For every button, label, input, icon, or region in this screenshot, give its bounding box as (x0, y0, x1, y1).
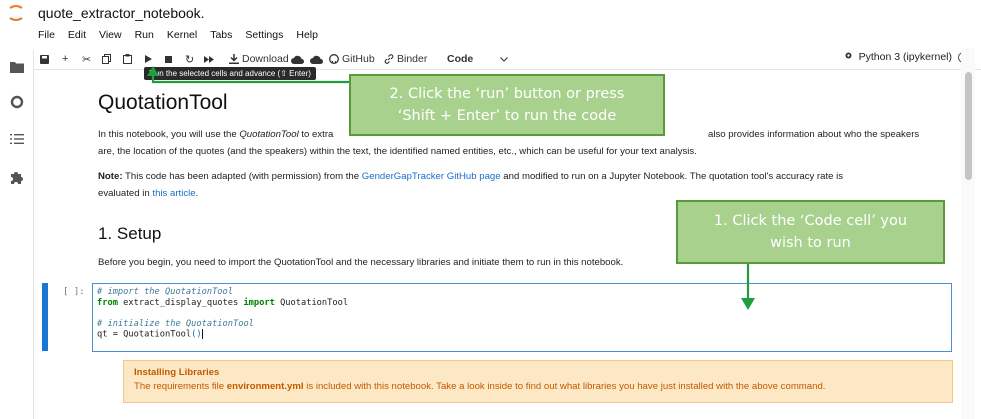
setup-heading: 1. Setup (98, 224, 162, 243)
folder-icon[interactable] (8, 58, 26, 76)
github-button[interactable]: GitHub (329, 51, 375, 67)
run-instruction-callout: 2. Click the ‘run’ button or press ‘Shif… (349, 74, 665, 136)
restart-icon[interactable]: ↻ (185, 51, 194, 67)
note-paragraph: Note: This code has been adapted (with p… (98, 171, 844, 199)
active-cell-indicator[interactable] (42, 283, 48, 351)
paste-icon[interactable] (123, 51, 132, 67)
github-icon (329, 54, 339, 64)
jupyter-logo-icon (9, 5, 23, 21)
code-cell-instruction-callout: 1. Click the ‘Code cell’ you wish to run (676, 200, 945, 264)
table-of-contents-icon[interactable] (8, 130, 26, 148)
cut-icon[interactable]: ✂ (82, 51, 91, 67)
notebook-heading: QuotationTool (98, 91, 228, 114)
add-cell-icon[interactable]: + (62, 51, 68, 67)
menu-bar: File Edit View Run Kernel Tabs Settings … (38, 29, 318, 45)
extension-puzzle-icon[interactable] (8, 168, 26, 186)
left-sidebar (0, 50, 34, 419)
link-icon (384, 54, 394, 64)
stop-icon[interactable] (165, 51, 172, 67)
cell-type-select[interactable]: Code (447, 51, 473, 67)
kernel-status[interactable]: Python 3 (ipykernel) (844, 51, 969, 63)
download-icon (229, 54, 239, 64)
scrollbar-thumb[interactable] (965, 72, 972, 180)
cell-prompt: [ ]: (63, 287, 85, 297)
menu-help[interactable]: Help (296, 29, 318, 45)
copy-icon[interactable] (102, 51, 111, 67)
menu-file[interactable]: File (38, 29, 55, 45)
fast-forward-icon[interactable] (204, 51, 214, 67)
save-icon[interactable] (40, 51, 49, 67)
code-cell-editor[interactable]: # import the QuotationTool from extract_… (92, 283, 952, 352)
run-icon[interactable] (145, 51, 152, 67)
running-kernels-icon[interactable] (8, 93, 26, 111)
menu-kernel[interactable]: Kernel (167, 29, 197, 45)
run-tooltip: Run the selected cells and advance (⇧ En… (144, 67, 316, 80)
article-link[interactable]: this article (152, 188, 195, 199)
chevron-down-icon[interactable] (500, 51, 508, 67)
text-cursor (201, 329, 203, 339)
download-button[interactable]: Download (229, 51, 289, 67)
gear-icon[interactable] (844, 51, 853, 63)
menu-settings[interactable]: Settings (245, 29, 283, 45)
notebook-title[interactable]: quote_extractor_notebook. (38, 5, 205, 21)
title-bar: quote_extractor_notebook. (0, 0, 981, 26)
cloud-download-icon[interactable] (310, 51, 323, 67)
gendergaptracker-link[interactable]: GenderGapTracker GitHub page (362, 171, 501, 182)
installing-libraries-alert: Installing Libraries The requirements fi… (123, 360, 953, 403)
menu-run[interactable]: Run (135, 29, 154, 45)
menu-tabs[interactable]: Tabs (210, 29, 232, 45)
menu-edit[interactable]: Edit (68, 29, 86, 45)
cloud-upload-icon[interactable] (291, 51, 304, 67)
binder-button[interactable]: Binder (384, 51, 427, 67)
menu-view[interactable]: View (99, 29, 122, 45)
kernel-name[interactable]: Python 3 (ipykernel) (859, 51, 952, 63)
